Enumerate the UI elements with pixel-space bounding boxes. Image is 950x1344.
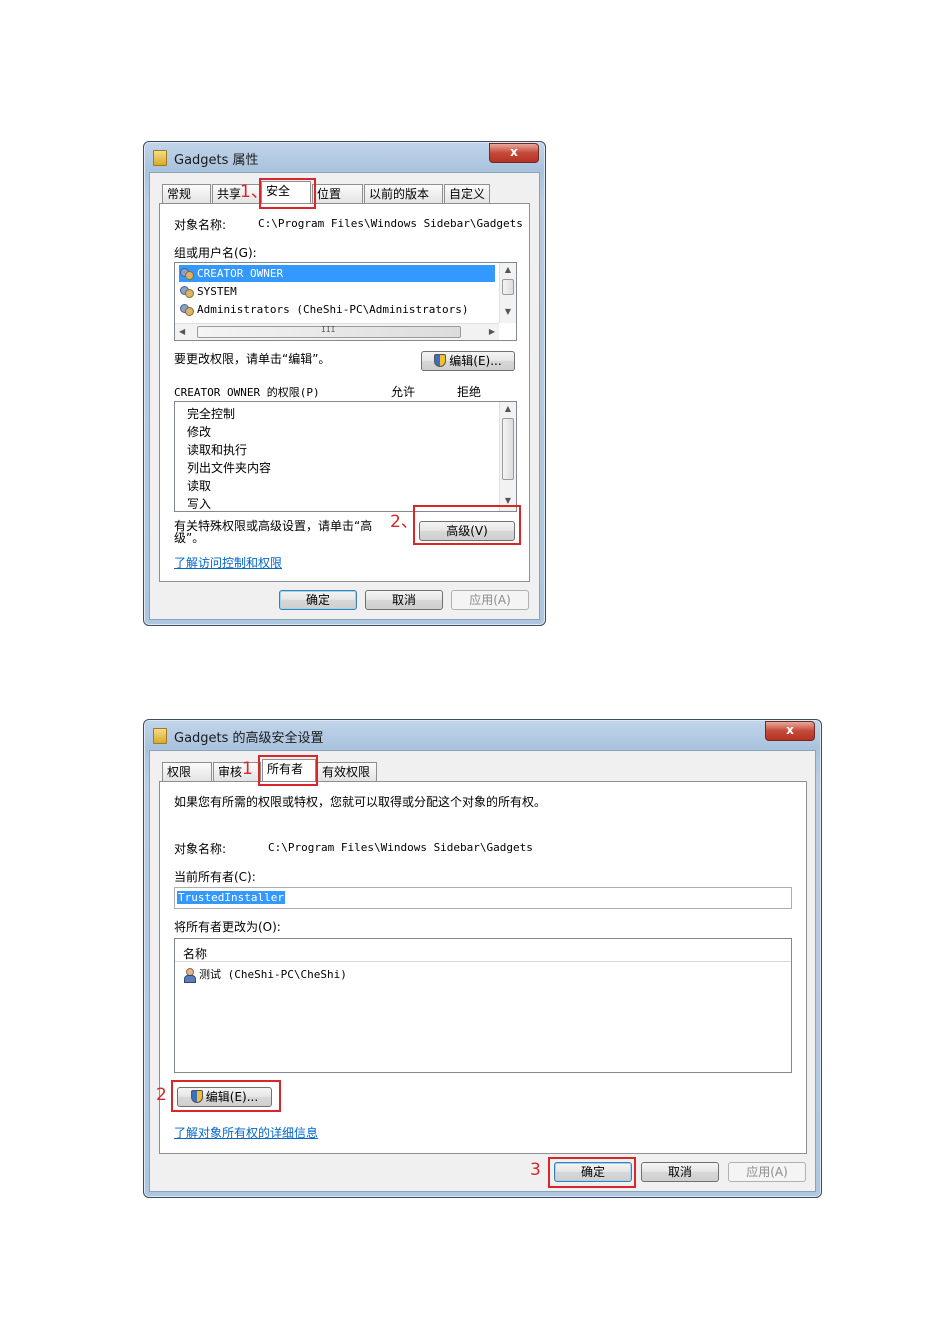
annotation-number-1: 1 [242, 759, 253, 779]
learn-access-control-link[interactable]: 了解访问控制和权限 [174, 554, 282, 571]
close-button[interactable]: x [765, 721, 815, 741]
list-item: 列出文件夹内容 [187, 461, 272, 475]
change-owner-label: 将所有者更改为(O): [174, 920, 281, 934]
current-owner-label: 当前所有者(C): [174, 870, 256, 884]
tab-previous-versions[interactable]: 以前的版本 [364, 184, 443, 203]
folder-icon [153, 728, 167, 744]
permissions-header: CREATOR OWNER 的权限(P) [174, 386, 320, 399]
permissions-list[interactable]: 完全控制 修改 读取和执行 列出文件夹内容 读取 写入 ▲ ▼ [174, 401, 517, 512]
tab-security[interactable]: 安全 [261, 181, 311, 203]
list-item[interactable]: SYSTEM [179, 283, 237, 300]
scroll-up-arrow-icon[interactable]: ▲ [500, 404, 516, 413]
annotation-box-advanced-button [413, 505, 521, 545]
users-list[interactable]: CREATOR OWNER SYSTEM Administrators (Che… [174, 262, 517, 341]
shield-icon [434, 354, 447, 367]
window-title: Gadgets 属性 [174, 153, 259, 168]
list-item[interactable]: 测试 (CheShi-PC\CheShi) [183, 966, 347, 983]
advanced-security-dialog: Gadgets 的高级安全设置 x 权限 审核 所有者 有效权限 如果您有所需的… [143, 719, 822, 1198]
list-item: 写入 [187, 497, 212, 511]
client-area: 权限 审核 所有者 有效权限 如果您有所需的权限或特权，您就可以取得或分配这个对… [149, 750, 816, 1192]
users-icon [179, 303, 195, 317]
annotation-box-edit-button [171, 1080, 281, 1112]
window-title: Gadgets 的高级安全设置 [174, 731, 324, 746]
advanced-hint-cont: 级”。 [174, 531, 205, 545]
scroll-left-arrow-icon[interactable]: ◀ [179, 327, 185, 336]
tab-auditing[interactable]: 审核 [213, 762, 261, 781]
name-column-header[interactable]: 名称 [183, 945, 207, 962]
owner-intro: 如果您有所需的权限或特权，您就可以取得或分配这个对象的所有权。 [174, 795, 547, 809]
object-name-label: 对象名称: [174, 842, 227, 856]
title-bar[interactable]: Gadgets 的高级安全设置 x [144, 720, 821, 750]
group-label: 组或用户名(G): [174, 246, 257, 260]
close-button[interactable]: x [489, 143, 539, 163]
title-bar[interactable]: Gadgets 属性 x [144, 142, 545, 172]
object-name-label: 对象名称: [174, 218, 227, 232]
annotation-number-2: 2 [156, 1085, 167, 1105]
users-icon [179, 285, 195, 299]
scroll-up-arrow-icon[interactable]: ▲ [500, 265, 516, 274]
object-path: C:\Program Files\Windows Sidebar\Gadgets [258, 217, 523, 230]
list-item: 读取和执行 [187, 443, 248, 457]
list-item: 修改 [187, 425, 212, 439]
properties-dialog: Gadgets 属性 x 常规 共享 安全 位置 以前的版本 自定义 对象名称:… [143, 141, 546, 626]
cancel-button[interactable]: 取消 [365, 590, 443, 610]
list-item: 完全控制 [187, 407, 236, 421]
list-item: 读取 [187, 479, 212, 493]
apply-button[interactable]: 应用(A) [451, 590, 529, 610]
learn-ownership-link[interactable]: 了解对象所有权的详细信息 [174, 1124, 318, 1141]
scroll-thumb[interactable] [502, 418, 514, 480]
user-icon [183, 968, 196, 983]
object-path: C:\Program Files\Windows Sidebar\Gadgets [268, 841, 533, 854]
annotation-number-3: 3 [530, 1160, 541, 1180]
current-owner-value: TrustedInstaller [177, 891, 285, 904]
list-item[interactable]: Administrators (CheShi-PC\Administrators… [179, 301, 469, 318]
client-area: 常规 共享 安全 位置 以前的版本 自定义 对象名称: C:\Program F… [149, 172, 540, 620]
current-owner-field[interactable]: TrustedInstaller [174, 887, 792, 909]
edit-hint: 要更改权限，请单击“编辑”。 [174, 352, 331, 366]
scroll-grip: III [321, 325, 336, 334]
users-icon [179, 267, 195, 281]
permissions-scrollbar[interactable]: ▲ ▼ [499, 402, 516, 511]
scroll-right-arrow-icon[interactable]: ▶ [489, 327, 495, 336]
tab-permissions[interactable]: 权限 [162, 762, 212, 781]
edit-button[interactable]: 编辑(E)... [421, 351, 515, 371]
tab-customize[interactable]: 自定义 [444, 184, 490, 203]
apply-button[interactable]: 应用(A) [728, 1162, 806, 1182]
deny-column-header: 拒绝 [457, 385, 482, 399]
tab-location[interactable]: 位置 [312, 184, 363, 203]
tab-general[interactable]: 常规 [162, 184, 211, 203]
users-vertical-scrollbar[interactable]: ▲ ▼ [499, 263, 516, 323]
ok-button[interactable]: 确定 [279, 590, 357, 610]
tab-effective-permissions[interactable]: 有效权限 [317, 762, 377, 781]
scroll-down-arrow-icon[interactable]: ▼ [500, 307, 516, 316]
owner-candidates-list[interactable]: 名称 测试 (CheShi-PC\CheShi) [174, 938, 792, 1073]
scroll-thumb[interactable] [502, 279, 514, 295]
users-horizontal-scrollbar[interactable]: ◀ III ▶ [175, 323, 499, 340]
header-divider [175, 961, 791, 962]
annotation-number-2: 2、 [390, 512, 418, 532]
tab-owner[interactable]: 所有者 [262, 759, 316, 781]
annotation-box-ok-button [548, 1157, 636, 1188]
allow-column-header: 允许 [391, 385, 416, 399]
list-item[interactable]: CREATOR OWNER [179, 265, 495, 282]
folder-icon [153, 150, 167, 166]
scroll-down-arrow-icon[interactable]: ▼ [500, 496, 516, 505]
cancel-button[interactable]: 取消 [641, 1162, 719, 1182]
